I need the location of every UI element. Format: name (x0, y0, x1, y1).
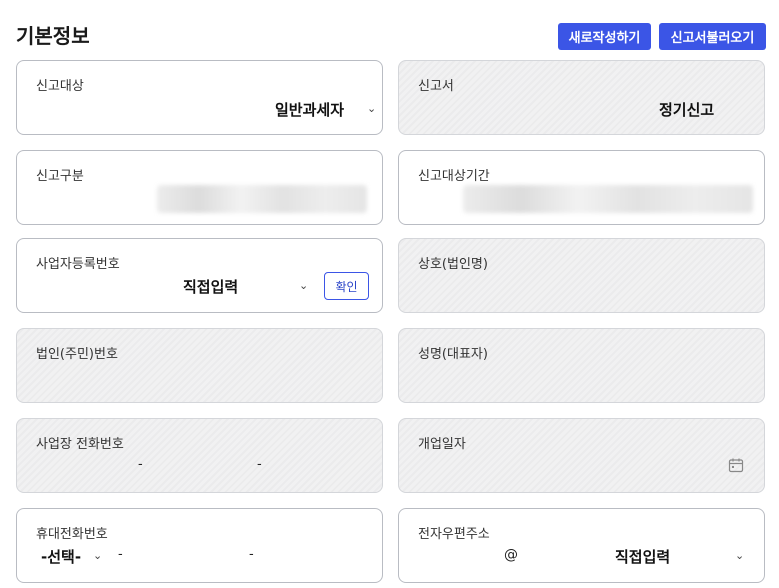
phone-separator: - (249, 547, 254, 562)
report-target-select[interactable]: 일반과세자 ⌄ (217, 95, 377, 121)
mobile-prefix-value: -선택- (41, 548, 82, 566)
open-date-field: 개업일자 (398, 418, 765, 493)
page-title: 기본정보 (16, 24, 90, 48)
field-label: 사업자등록번호 (36, 257, 120, 272)
report-type-redacted[interactable] (157, 185, 367, 213)
phone-separator: - (118, 547, 123, 562)
email-field: 전자우편주소 @ 직접입력 ⌄ (398, 508, 765, 583)
report-target-field: 신고대상 일반과세자 ⌄ (16, 60, 383, 135)
new-report-button[interactable]: 새로작성하기 (558, 23, 651, 50)
field-label: 성명(대표자) (418, 347, 488, 362)
field-label: 전자우편주소 (418, 527, 490, 542)
confirm-button[interactable]: 확인 (324, 272, 369, 300)
report-period-field: 신고대상기간 (398, 150, 765, 225)
calendar-icon[interactable] (728, 457, 744, 477)
company-name-field: 상호(법인명) (398, 238, 765, 313)
report-form-field: 신고서 정기신고 (398, 60, 765, 135)
phone-separator: - (257, 457, 262, 472)
chevron-down-icon: ⌄ (367, 102, 377, 115)
field-label: 신고대상기간 (418, 169, 490, 184)
field-label: 신고대상 (36, 79, 84, 94)
chevron-down-icon: ⌄ (93, 549, 103, 562)
field-label: 법인(주민)번호 (36, 347, 118, 362)
chevron-down-icon: ⌄ (735, 549, 745, 562)
mobile-prefix-select[interactable]: -선택- ⌄ (41, 543, 105, 569)
business-number-select[interactable]: 직접입력 ⌄ (157, 273, 315, 299)
field-label: 신고서 (418, 79, 454, 94)
field-label: 휴대전화번호 (36, 527, 108, 542)
report-form-value: 정기신고 (659, 101, 715, 119)
load-report-button[interactable]: 신고서불러오기 (659, 23, 766, 50)
field-label: 신고구분 (36, 169, 84, 184)
email-at-sign: @ (504, 547, 518, 563)
chevron-down-icon: ⌄ (299, 279, 309, 292)
mobile-phone-field: 휴대전화번호 -선택- ⌄ - - (16, 508, 383, 583)
email-domain-value: 직접입력 (615, 548, 671, 566)
email-domain-select[interactable]: 직접입력 ⌄ (589, 543, 749, 569)
field-label: 상호(법인명) (418, 257, 488, 272)
business-number-field: 사업자등록번호 직접입력 ⌄ 확인 (16, 238, 383, 313)
report-target-value: 일반과세자 (275, 101, 345, 119)
business-number-select-value: 직접입력 (183, 278, 239, 296)
field-label: 사업장 전화번호 (36, 437, 124, 452)
report-period-redacted[interactable] (463, 185, 753, 213)
report-type-field: 신고구분 (16, 150, 383, 225)
rep-name-field: 성명(대표자) (398, 328, 765, 403)
phone-separator: - (138, 457, 143, 472)
field-label: 개업일자 (418, 437, 466, 452)
business-phone-field: 사업장 전화번호 - - (16, 418, 383, 493)
corp-number-field: 법인(주민)번호 (16, 328, 383, 403)
